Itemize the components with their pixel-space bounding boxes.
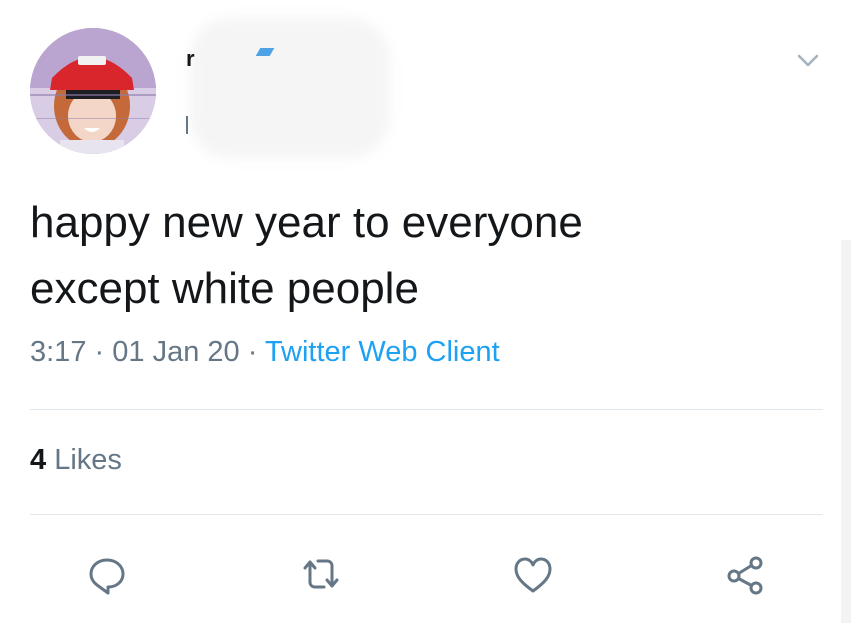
- divider: [30, 409, 823, 410]
- like-button[interactable]: [508, 550, 558, 600]
- retweet-button[interactable]: [296, 550, 346, 600]
- reply-icon: [89, 558, 125, 595]
- tweet-meta: 3:17 · 01 Jan 20 · Twitter Web Client: [30, 336, 500, 369]
- tweet-text-line: except white people: [30, 264, 419, 313]
- author-handle-fragment: [186, 116, 188, 134]
- divider: [30, 514, 823, 515]
- reply-button[interactable]: [82, 550, 132, 600]
- chevron-down-icon[interactable]: [793, 46, 823, 76]
- meta-separator: ·: [247, 336, 258, 368]
- share-icon: [727, 556, 763, 595]
- redacted-author-area: [190, 18, 390, 158]
- edge-shadow: [841, 240, 851, 623]
- author-avatar[interactable]: [30, 28, 156, 154]
- tweet-time: 3:17: [30, 336, 87, 368]
- avatar-image: [30, 28, 156, 154]
- meta-separator: ·: [94, 336, 105, 368]
- likes-label: Likes: [54, 444, 122, 476]
- retweet-icon: [303, 559, 339, 589]
- share-button[interactable]: [720, 550, 770, 600]
- tweet-text-line: happy new year to everyone: [30, 198, 583, 247]
- likes-count: 4: [30, 444, 47, 476]
- heart-icon: [514, 557, 552, 593]
- author-name[interactable]: r: [186, 46, 195, 72]
- tweet-source-link[interactable]: Twitter Web Client: [265, 336, 500, 368]
- tweet-date[interactable]: 01 Jan 20: [112, 336, 239, 368]
- likes-stat[interactable]: 4 Likes: [30, 444, 122, 477]
- tweet-text: happy new year to everyone except white …: [30, 190, 790, 322]
